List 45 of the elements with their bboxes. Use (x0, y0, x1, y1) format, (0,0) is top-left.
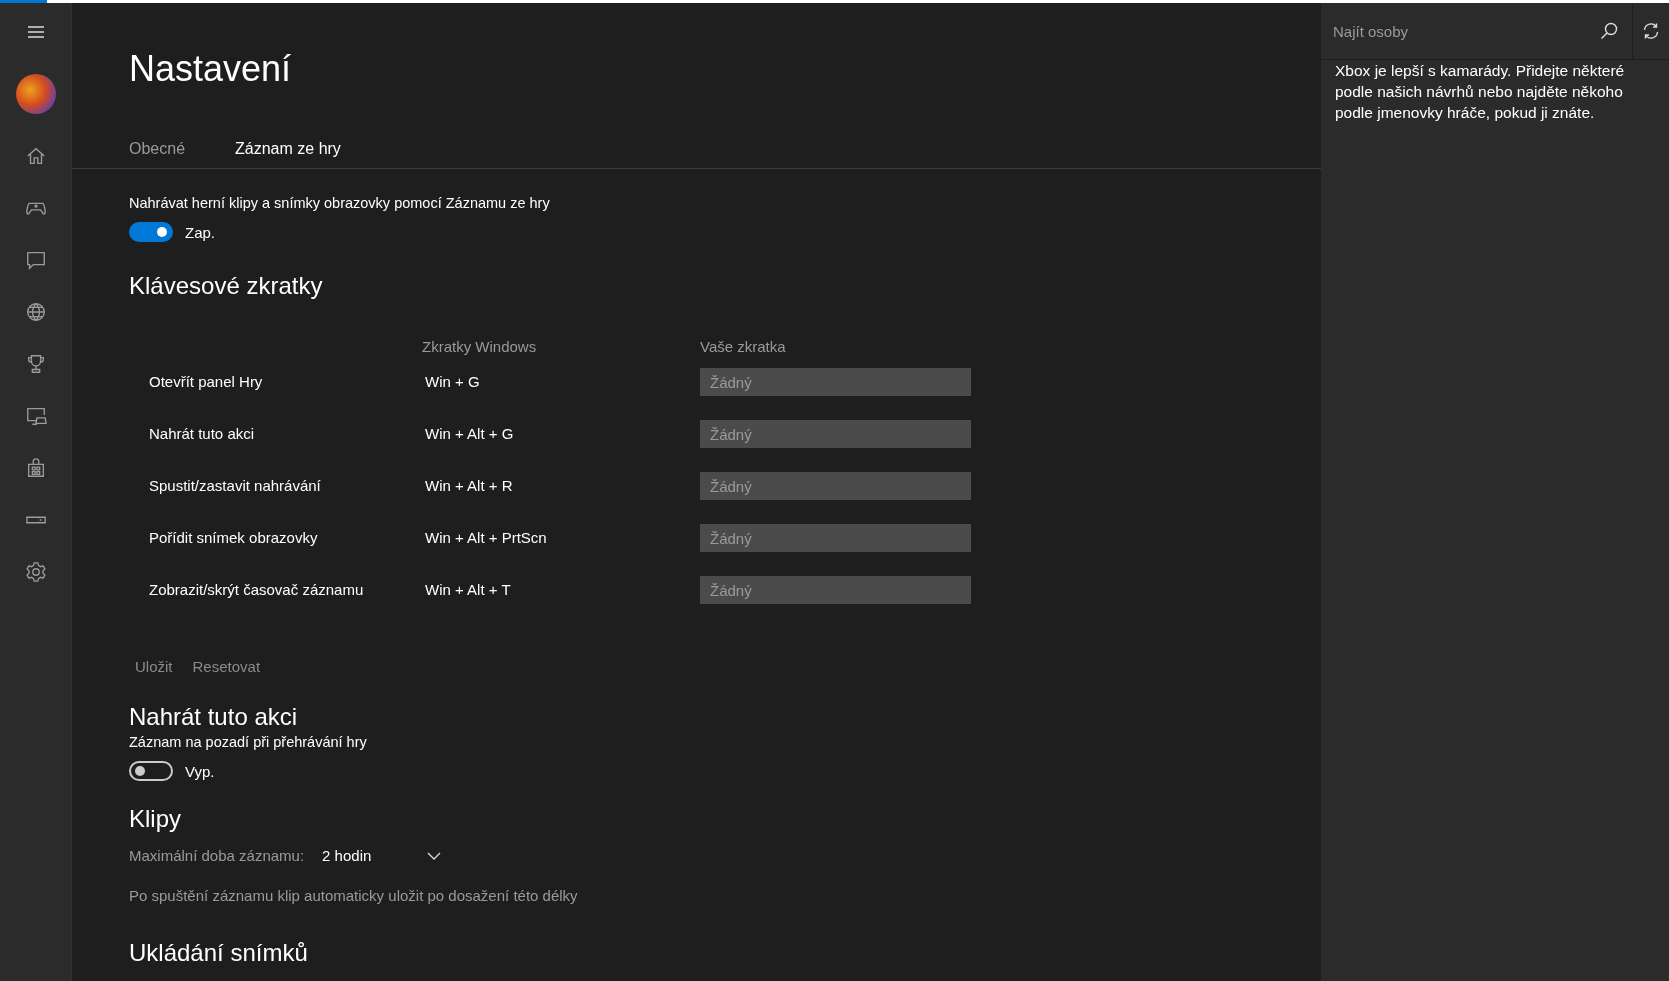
action-label: Spustit/zastavit nahrávání (148, 477, 321, 494)
setting-label: Maximální doba záznamu: (129, 847, 305, 864)
action-label: Zobrazit/skrýt časovač záznamu (148, 581, 364, 598)
windows-shortcut: Win + G (424, 373, 480, 390)
tab[interactable]: Záznam ze hry (235, 140, 341, 158)
tab[interactable]: Obecné (129, 140, 186, 158)
action-label: Otevřít panel Hry (148, 373, 263, 390)
section-heading: Klávesové zkratky (129, 272, 324, 300)
setting-description: Po spuštění záznamu klip automaticky uložit po dosažení této délky (129, 887, 578, 904)
setting-label: Záznam na pozadí při přehrávání hry (129, 734, 367, 750)
shortcut-field[interactable]: Žádný (700, 524, 971, 552)
shortcut-field[interactable]: Žádný (700, 368, 971, 396)
menu-icon[interactable] (26, 26, 45, 38)
duration-dropdown[interactable]: 2 hodin (322, 847, 442, 864)
toggle-state: Vyp. (185, 762, 215, 780)
shortcut-field[interactable]: Žádný (700, 576, 971, 604)
search-field[interactable]: Najít osoby (1331, 21, 1600, 41)
toggle-switch[interactable] (129, 761, 173, 781)
screen-controller-icon[interactable] (24, 405, 47, 427)
chevron-icon (427, 851, 442, 860)
search-icon[interactable] (1600, 22, 1618, 40)
column-header: Vaše zkratka (700, 338, 786, 357)
chat-icon[interactable] (24, 249, 47, 271)
shortcut-field[interactable]: Žádný (700, 420, 971, 448)
section-heading: Klipy (129, 805, 183, 833)
avatar-circle[interactable] (15, 74, 56, 114)
refresh-icon[interactable] (1642, 22, 1660, 40)
setting-label: Nahrávat herní klipy a snímky obrazovky pomocí Záznamu ze hry (129, 195, 550, 211)
toggle-switch[interactable] (129, 222, 173, 242)
shortcut-field[interactable]: Žádný (700, 472, 971, 500)
home-icon[interactable] (24, 145, 47, 167)
action-label: Pořídit snímek obrazovky (148, 529, 318, 546)
people-message: Xbox je lepší s kamarády. Přidejte některé podle našich návrhů nebo najděte někoho podle jmenovky hráče, pokud ji znáte. (1334, 61, 1626, 123)
windows-shortcut: Win + Alt + R (424, 477, 513, 494)
toggle-state: Zap. (185, 223, 215, 241)
column-header: Zkratky Windows (422, 338, 537, 357)
windows-shortcut: Win + Alt + G (424, 425, 514, 442)
page-title: Nastavení (128, 47, 293, 91)
windows-shortcut: Win + Alt + T (424, 581, 511, 598)
globe-icon[interactable] (24, 301, 47, 323)
section-heading: Ukládání snímků (129, 939, 309, 967)
settings-icon[interactable] (24, 561, 47, 583)
action-label: Nahrát tuto akci (148, 425, 255, 442)
section-heading: Nahrát tuto akci (129, 703, 299, 731)
windows-shortcut: Win + Alt + PrtScn (424, 529, 547, 546)
